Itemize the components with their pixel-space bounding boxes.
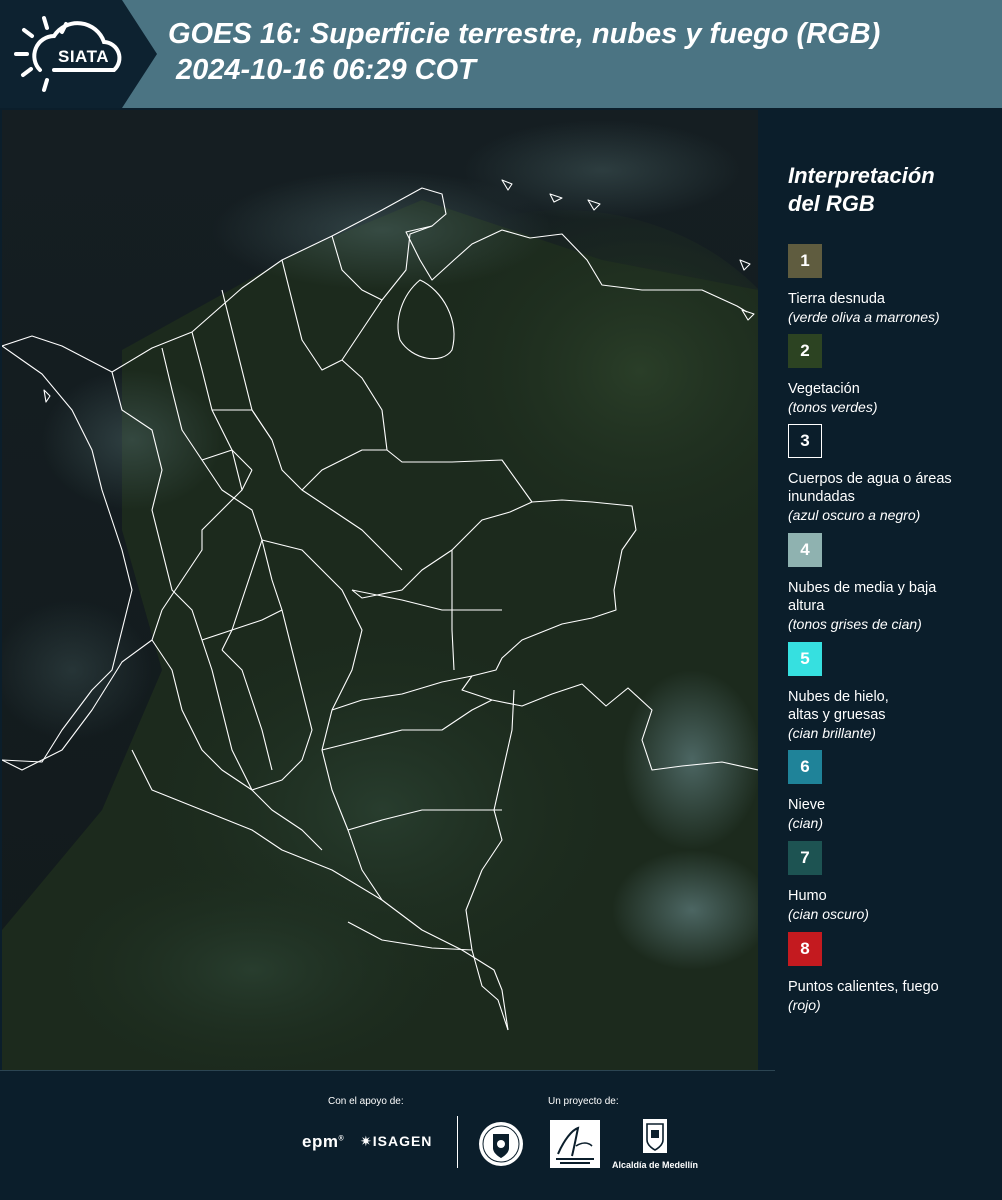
legend-swatch-1: 1: [788, 244, 822, 278]
header: SIATA GOES 16: Superficie terrestre, nub…: [0, 0, 1002, 108]
support-label: Con el apoyo de:: [328, 1096, 404, 1107]
title-product: GOES 16: Superficie terrestre, nubes y f…: [168, 18, 881, 50]
title-timestamp: 2024-10-16 06:29 COT: [176, 54, 476, 86]
legend-label-3: Cuerpos de agua o áreas inundadas: [788, 471, 952, 505]
legend-item-vegetation: 2 Vegetación (tonos verdes): [788, 334, 998, 416]
legend-swatch-4: 4: [788, 533, 822, 567]
legend-item-smoke: 7 Humo (cian oscuro): [788, 841, 998, 923]
isagen-star-icon: ✷: [360, 1133, 373, 1149]
legend-label-6: Nieve: [788, 797, 826, 813]
area-metropolitana-logo-icon: [550, 1120, 600, 1168]
medellin-crest-icon: [643, 1119, 667, 1153]
legend-sub-3: (azul oscuro a negro): [788, 507, 921, 523]
legend-item-water: 3 Cuerpos de agua o áreas inundadas (azu…: [788, 424, 998, 524]
page-title: GOES 16: Superficie terrestre, nubes y f…: [168, 16, 880, 88]
project-label: Un proyecto de:: [548, 1096, 619, 1107]
legend-label-7: Humo: [788, 888, 827, 904]
legend-swatch-5: 5: [788, 642, 822, 676]
footer-divider: [457, 1116, 458, 1168]
legend-sub-5: (cian brillante): [788, 725, 876, 741]
antioquia-seal-icon: [479, 1122, 523, 1166]
legend-sub-6: (cian): [788, 815, 824, 831]
legend-title-line1: Interpretación: [788, 163, 935, 188]
satellite-map[interactable]: [2, 110, 758, 1070]
legend-item-bare-soil: 1 Tierra desnuda (verde oliva a marrones…: [788, 244, 998, 326]
legend-swatch-7: 7: [788, 841, 822, 875]
legend-label-4: Nubes de media y baja altura: [788, 580, 937, 614]
legend-item-ice-clouds: 5 Nubes de hielo, altas y gruesas (cian …: [788, 642, 998, 742]
footer-separator: [0, 1070, 775, 1071]
legend-item-fire: 8 Puntos calientes, fuego (rojo): [788, 932, 998, 1014]
legend-sub-2: (tonos verdes): [788, 399, 878, 415]
legend-item-low-clouds: 4 Nubes de media y baja altura (tonos gr…: [788, 533, 998, 633]
colombia-rgb-image: [2, 110, 758, 1070]
legend-sub-1: (verde oliva a marrones): [788, 309, 940, 325]
isagen-logo: ✷ISAGEN: [360, 1133, 432, 1150]
legend-title: Interpretación del RGB: [788, 162, 988, 218]
rgb-legend: Interpretación del RGB 1 Tierra desnuda …: [760, 110, 1002, 1070]
legend-label-8: Puntos calientes, fuego: [788, 979, 939, 995]
legend-item-snow: 6 Nieve (cian): [788, 750, 998, 832]
legend-sub-4: (tonos grises de cian): [788, 616, 922, 632]
legend-title-line2: del RGB: [788, 191, 875, 216]
siata-logo: SIATA: [14, 12, 129, 96]
epm-registered-icon: ®: [338, 1135, 345, 1143]
legend-swatch-6: 6: [788, 750, 822, 784]
isagen-logo-text: ISAGEN: [372, 1133, 433, 1149]
legend-label-2: Vegetación: [788, 381, 860, 397]
legend-sub-7: (cian oscuro): [788, 906, 869, 922]
legend-swatch-8: 8: [788, 932, 822, 966]
siata-logo-text: SIATA: [58, 47, 109, 66]
legend-swatch-3: 3: [788, 424, 822, 458]
alcaldia-medellin-label: Alcaldía de Medellín: [612, 1160, 699, 1170]
epm-logo: epm®: [302, 1132, 344, 1152]
legend-label-1: Tierra desnuda: [788, 291, 885, 307]
footer: Con el apoyo de: Un proyecto de: epm® ✷I…: [0, 1070, 1002, 1200]
legend-swatch-2: 2: [788, 334, 822, 368]
legend-label-5: Nubes de hielo, altas y gruesas: [788, 689, 889, 723]
epm-logo-text: epm: [302, 1132, 339, 1151]
legend-sub-8: (rojo): [788, 997, 821, 1013]
